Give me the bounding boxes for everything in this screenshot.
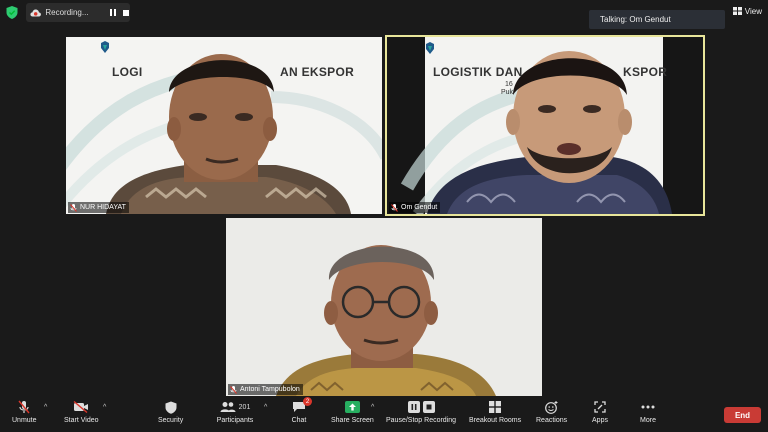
slide-title-right: AN EKSPOR bbox=[280, 65, 355, 79]
stop-recording-icon bbox=[422, 401, 435, 413]
video-tile-nur-hidayat[interactable]: LOGI AN EKSPOR NUR HIDAYAT bbox=[66, 37, 382, 214]
video-feed-nur-hidayat bbox=[66, 37, 382, 214]
breakout-rooms-icon bbox=[489, 401, 502, 413]
slide-title-right: KSPOR bbox=[623, 65, 668, 79]
chat-unread-badge: 2 bbox=[303, 397, 312, 406]
security-button[interactable]: Security bbox=[158, 400, 183, 424]
share-screen-label: Share Screen bbox=[331, 417, 374, 424]
breakout-rooms-label: Breakout Rooms bbox=[469, 417, 522, 424]
apps-label: Apps bbox=[592, 417, 608, 424]
participants-button[interactable]: 201 Participants bbox=[215, 400, 255, 424]
smiley-reaction-icon bbox=[545, 400, 558, 414]
reactions-button[interactable]: Reactions bbox=[536, 400, 567, 424]
grid-view-icon bbox=[732, 7, 742, 15]
apps-icon bbox=[594, 401, 606, 413]
slide-subtitle-date: 16 bbox=[505, 81, 513, 88]
breakout-rooms-button[interactable]: Breakout Rooms bbox=[469, 400, 521, 424]
participant-name-tag: Om Gendut bbox=[389, 202, 441, 213]
ministry-logo bbox=[100, 41, 110, 53]
unmute-button[interactable]: Unmute bbox=[12, 400, 37, 424]
reactions-label: Reactions bbox=[536, 417, 568, 424]
participant-name: Om Gendut bbox=[401, 204, 438, 211]
video-options-caret[interactable]: ^ bbox=[103, 404, 106, 411]
security-shield-icon bbox=[165, 401, 177, 414]
apps-button[interactable]: Apps bbox=[591, 400, 609, 424]
pause-stop-recording-label: Pause/Stop Recording bbox=[386, 417, 457, 424]
talking-text: Talking: Om Gendut bbox=[600, 15, 671, 24]
slide-title-left: LOGISTIK DAN bbox=[433, 65, 523, 79]
slide-title-left: LOGI bbox=[112, 65, 143, 79]
participant-name: Antoni Tampubolon bbox=[240, 386, 300, 393]
pause-recording-button[interactable] bbox=[109, 8, 118, 18]
chat-label: Chat bbox=[291, 417, 307, 424]
end-label: End bbox=[734, 410, 751, 420]
participants-label: Participants bbox=[216, 417, 254, 424]
shield-icon[interactable] bbox=[6, 6, 18, 19]
video-tile-om-gendut[interactable]: LOGISTIK DAN KSPOR 16 Puk Om Gendut bbox=[385, 35, 705, 216]
video-tile-antoni-tampubolon[interactable]: Antoni Tampubolon bbox=[226, 218, 542, 396]
more-dots-icon bbox=[641, 405, 655, 409]
share-screen-options-caret[interactable]: ^ bbox=[371, 404, 374, 411]
ministry-logo-icon bbox=[101, 41, 109, 53]
meeting-toolbar: Unmute ^ Start Video ^ Security 201 Part… bbox=[0, 397, 768, 432]
talking-indicator: Talking: Om Gendut bbox=[589, 10, 725, 29]
video-off-icon bbox=[73, 401, 89, 413]
muted-mic-icon bbox=[391, 203, 398, 212]
muted-mic-icon bbox=[230, 385, 237, 394]
start-video-label: Start Video bbox=[64, 417, 99, 424]
more-label: More bbox=[640, 417, 656, 424]
security-label: Security bbox=[158, 417, 184, 424]
cloud-recording-icon bbox=[30, 9, 41, 16]
unmute-label: Unmute bbox=[12, 417, 37, 424]
participants-options-caret[interactable]: ^ bbox=[264, 404, 267, 411]
participants-icon bbox=[220, 402, 236, 412]
video-feed-om-gendut bbox=[387, 37, 703, 214]
view-label: View bbox=[744, 6, 762, 16]
share-screen-icon bbox=[344, 401, 360, 413]
start-video-button[interactable]: Start Video bbox=[64, 400, 99, 424]
chat-button[interactable]: 2 Chat bbox=[290, 397, 312, 424]
participant-name-tag: NUR HIDAYAT bbox=[68, 202, 129, 213]
video-feed-antoni-tampubolon bbox=[226, 218, 542, 396]
pause-stop-recording-button[interactable]: Pause/Stop Recording bbox=[386, 400, 456, 424]
more-button[interactable]: More bbox=[639, 400, 657, 424]
participants-count: 201 bbox=[238, 403, 251, 411]
slide-subtitle-time: Puk bbox=[501, 89, 514, 96]
end-meeting-button[interactable]: End bbox=[724, 407, 761, 423]
muted-mic-icon bbox=[70, 203, 77, 212]
participant-name: NUR HIDAYAT bbox=[80, 204, 126, 211]
ministry-logo-icon bbox=[426, 42, 434, 54]
recording-label: Recording... bbox=[45, 8, 89, 17]
share-screen-button[interactable]: Share Screen bbox=[331, 400, 374, 424]
pause-recording-icon bbox=[407, 401, 420, 413]
recording-indicator: Recording... bbox=[26, 3, 130, 22]
participant-name-tag: Antoni Tampubolon bbox=[228, 384, 303, 395]
stop-recording-button[interactable] bbox=[121, 8, 130, 18]
audio-options-caret[interactable]: ^ bbox=[44, 404, 47, 411]
ministry-logo bbox=[425, 42, 435, 54]
muted-microphone-icon bbox=[18, 400, 30, 414]
view-button[interactable]: View bbox=[732, 4, 762, 18]
